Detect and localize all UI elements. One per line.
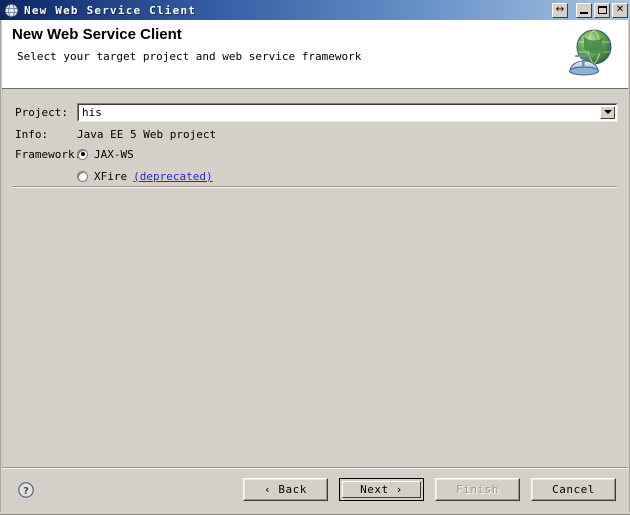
help-icon: ?: [18, 482, 34, 498]
framework-row-jaxws: Framework: JAX-WS: [3, 144, 134, 164]
page-title: New Web Service Client: [12, 26, 182, 43]
maximize-glyph: [597, 6, 607, 14]
back-button-label: ‹ Back: [264, 483, 307, 496]
wizard-button-bar: ‹ Back Next › Finish Cancel: [243, 478, 616, 501]
page-subtitle: Select your target project and web servi…: [17, 50, 362, 63]
radio-xfire[interactable]: XFire (deprecated): [77, 170, 213, 183]
wizard-header: New Web Service Client Select your targe…: [2, 20, 628, 89]
wizard-body: Project: his Info: Java EE 5 Web project…: [2, 89, 628, 468]
radio-jax-ws-label: JAX-WS: [94, 147, 134, 161]
radio-xfire-label: XFire: [94, 169, 128, 183]
close-icon[interactable]: ✕: [612, 2, 628, 18]
window-title: New Web Service Client: [24, 3, 197, 17]
close-glyph: ✕: [615, 3, 625, 15]
globe-window-icon: [4, 2, 19, 18]
finish-button: Finish: [435, 478, 520, 501]
radio-xfire-indicator: [77, 170, 88, 182]
project-combo-value: his: [82, 105, 102, 119]
minimize-glyph: [580, 11, 588, 14]
minimize-icon[interactable]: [576, 2, 592, 18]
info-value: Java EE 5 Web project: [77, 127, 217, 141]
chevron-down-glyph: [603, 110, 612, 114]
new-web-service-client-dialog: New Web Service Client ↔ ✕ New Web Servi…: [0, 0, 630, 515]
form-separator: [13, 186, 617, 188]
window-controls: ↔ ✕: [552, 2, 628, 18]
wizard-footer: ? ‹ Back Next › Finish Cancel: [2, 469, 628, 513]
finish-button-label: Finish: [456, 483, 499, 496]
info-row: Info: Java EE 5 Web project: [3, 124, 216, 144]
chevron-down-icon[interactable]: [600, 105, 615, 119]
restore-size-glyph: ↔: [555, 4, 565, 15]
title-bar[interactable]: New Web Service Client ↔ ✕: [0, 0, 630, 20]
next-button-label: Next ›: [360, 483, 403, 496]
cancel-button[interactable]: Cancel: [531, 478, 616, 501]
next-button[interactable]: Next ›: [339, 478, 424, 501]
restore-size-icon[interactable]: ↔: [552, 2, 568, 18]
radio-jax-ws[interactable]: JAX-WS: [77, 148, 134, 161]
back-button[interactable]: ‹ Back: [243, 478, 328, 501]
project-combo[interactable]: his: [77, 102, 618, 122]
web-service-globe-icon: [569, 29, 612, 76]
maximize-icon[interactable]: [594, 2, 610, 18]
help-button[interactable]: ?: [16, 480, 36, 500]
project-label: Project:: [15, 105, 68, 119]
cancel-button-label: Cancel: [552, 483, 595, 496]
project-row: Project: his: [3, 102, 618, 122]
svg-text:?: ?: [23, 486, 29, 497]
radio-jax-ws-indicator: [77, 148, 88, 160]
info-label: Info:: [15, 127, 49, 141]
framework-label: Framework:: [15, 147, 82, 161]
deprecated-link[interactable]: (deprecated): [133, 170, 212, 183]
project-combo-bevel: [78, 103, 617, 121]
framework-row-xfire: XFire (deprecated): [3, 166, 213, 186]
